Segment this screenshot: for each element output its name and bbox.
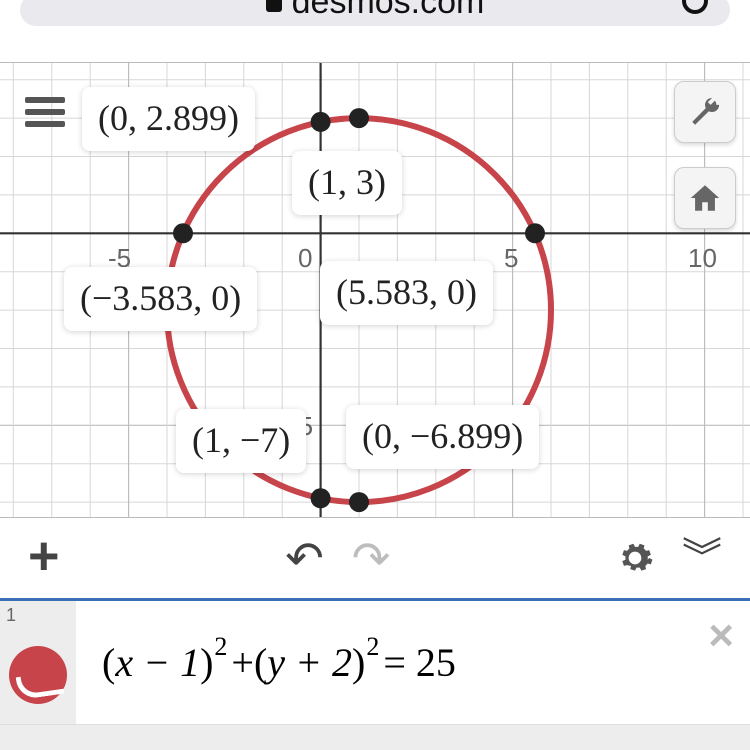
- expr-paren: ): [352, 639, 365, 686]
- collapse-chevron-icon[interactable]: ︾: [682, 525, 722, 583]
- label-p2[interactable]: (1, 3): [292, 151, 402, 215]
- expr-plus: +: [231, 639, 254, 686]
- expr-squared: 2: [366, 632, 379, 662]
- redo-button[interactable]: ↷: [352, 531, 391, 585]
- expression-list-footer: [0, 724, 750, 750]
- wrench-icon: [688, 95, 722, 129]
- delete-expression-button[interactable]: ×: [708, 611, 734, 661]
- tick-5: 5: [504, 243, 518, 274]
- undo-button[interactable]: ↶: [285, 531, 324, 585]
- label-p4[interactable]: (5.583, 0): [320, 261, 493, 325]
- graph-toolbar: + ↶ ↷ ︾: [0, 518, 750, 598]
- expr-body2: y + 2: [267, 639, 352, 686]
- expr-paren: (: [254, 639, 267, 686]
- point-1-3[interactable]: [349, 108, 369, 128]
- tick-10: 10: [688, 243, 717, 274]
- expression-row[interactable]: 1 (x − 1)2 + (y + 2)2 = 25 ×: [0, 598, 750, 724]
- menu-button[interactable]: [14, 81, 76, 143]
- point-0-neg6p899[interactable]: [311, 488, 331, 508]
- expr-paren: (: [102, 639, 115, 686]
- tick-0: 0: [298, 243, 312, 274]
- graph-canvas[interactable]: -5 0 5 10 -5 (0, 2.899) (1, 3) (−3.583, …: [0, 62, 750, 518]
- lock-icon: [266, 0, 282, 12]
- point-0-2p899[interactable]: [311, 112, 331, 132]
- expression-index: 1: [6, 605, 16, 626]
- label-p5[interactable]: (1, −7): [176, 409, 306, 473]
- point-5p583-0[interactable]: [525, 223, 545, 243]
- expr-body1: x − 1: [115, 639, 200, 686]
- label-p3[interactable]: (−3.583, 0): [64, 267, 257, 331]
- url-pill[interactable]: desmos.com: [20, 0, 730, 26]
- browser-url-bar: desmos.com: [0, 0, 750, 62]
- expression-handle[interactable]: 1: [0, 601, 76, 724]
- home-button[interactable]: [674, 167, 736, 229]
- expr-equals: = 25: [383, 639, 456, 686]
- expr-squared: 2: [214, 632, 227, 662]
- reload-icon[interactable]: [682, 0, 708, 14]
- url-domain: desmos.com: [292, 0, 485, 22]
- point-1-neg7[interactable]: [349, 492, 369, 512]
- expression-text[interactable]: (x − 1)2 + (y + 2)2 = 25: [76, 601, 750, 724]
- expression-color-swatch[interactable]: [9, 646, 67, 704]
- settings-wrench-button[interactable]: [674, 81, 736, 143]
- point-neg3p583-0[interactable]: [173, 223, 193, 243]
- label-p6[interactable]: (0, −6.899): [346, 405, 539, 469]
- label-p1[interactable]: (0, 2.899): [82, 87, 255, 151]
- hamburger-icon: [25, 109, 65, 115]
- home-icon: [688, 181, 722, 215]
- add-expression-button[interactable]: +: [28, 529, 60, 583]
- expr-paren: ): [200, 639, 213, 686]
- gear-icon[interactable]: [616, 539, 654, 577]
